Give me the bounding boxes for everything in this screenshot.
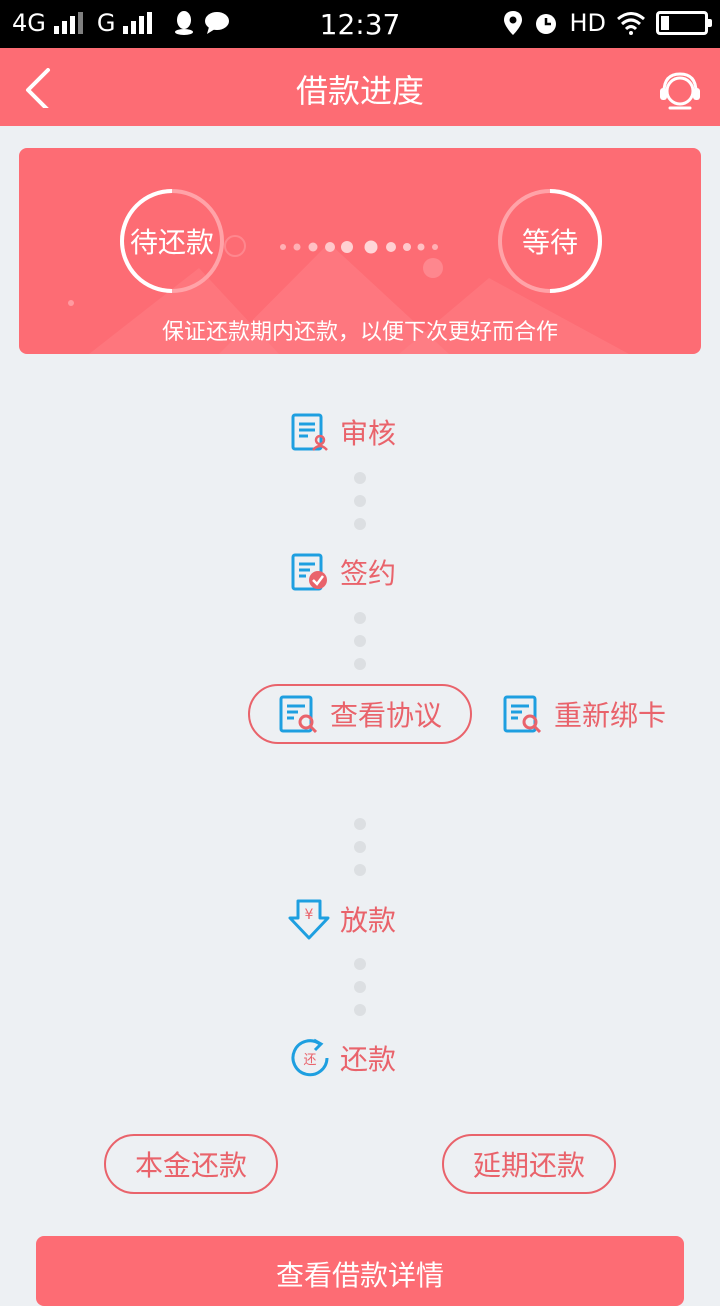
step-sign-label: 签约 [340, 557, 397, 590]
connector-dots [354, 612, 366, 681]
headset-icon[interactable] [656, 66, 704, 114]
download-yen-icon: ¥ [288, 899, 330, 940]
status-circle-label: 等待 [521, 226, 578, 259]
status-circle-label: 待还款 [129, 226, 214, 259]
review-document-icon [291, 413, 328, 451]
status-circle-pending-repay: 待还款 [119, 188, 225, 294]
extend-repay-button[interactable]: 延期还款 [442, 1134, 616, 1194]
hd-label: HD [569, 9, 606, 37]
wifi-icon [617, 12, 645, 35]
step-repay-label: 还款 [340, 1043, 397, 1076]
step-disburse: ¥ 放款 [288, 898, 396, 940]
status-banner: 待还款 等待 保证还款期内还款，以便下次更好而合作 [19, 148, 701, 354]
status-bar: 4G G 12:37 HD [0, 0, 720, 48]
svg-text:¥: ¥ [305, 907, 314, 923]
view-details-label: 查看借款详情 [275, 1259, 444, 1292]
location-icon [504, 11, 523, 35]
progress-dots [280, 240, 438, 254]
connector-dots [354, 818, 366, 887]
title-bar: 借款进度 [0, 48, 720, 126]
search-document-icon [279, 695, 318, 734]
step-repay: 还 还款 [290, 1038, 396, 1078]
banner-tip: 保证还款期内还款，以便下次更好而合作 [161, 320, 558, 345]
connector-dots [354, 472, 366, 541]
rebind-card-button[interactable]: 重新绑卡 [502, 694, 666, 734]
view-details-button[interactable]: 查看借款详情 [36, 1236, 684, 1306]
principal-repay-label: 本金还款 [134, 1149, 247, 1182]
battery-icon [656, 11, 712, 35]
step-review: 审核 [290, 412, 396, 452]
step-review-label: 审核 [340, 417, 397, 450]
view-agreement-label: 查看协议 [329, 699, 442, 732]
svg-text:还: 还 [303, 1053, 316, 1068]
status-circle-waiting: 等待 [497, 188, 603, 294]
sign-document-icon [291, 553, 327, 591]
view-agreement-button[interactable]: 查看协议 [248, 684, 472, 744]
alarm-icon [536, 14, 557, 34]
rebind-card-label: 重新绑卡 [554, 699, 667, 732]
page-title: 借款进度 [295, 72, 424, 110]
principal-repay-button[interactable]: 本金还款 [104, 1134, 278, 1194]
search-document-icon [503, 695, 542, 734]
refresh-repay-icon: 还 [291, 1038, 329, 1077]
step-sign: 签约 [290, 552, 396, 592]
connector-dots [354, 958, 366, 1027]
status-right: HD [503, 9, 712, 37]
step-disburse-label: 放款 [340, 904, 397, 937]
extend-repay-label: 延期还款 [472, 1149, 585, 1182]
